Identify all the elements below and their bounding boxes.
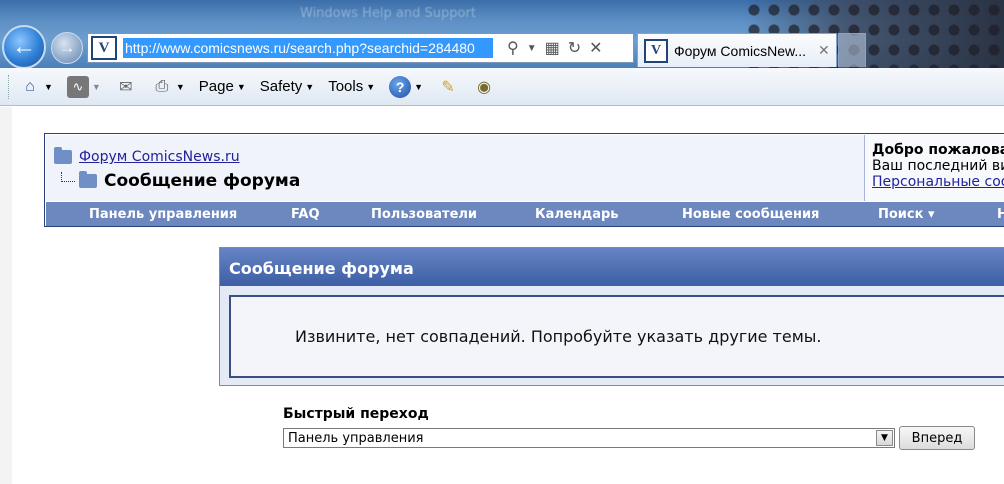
background-window-title: Windows Help and Support	[300, 6, 476, 21]
last-visit-text: Ваш последний ви	[872, 158, 1004, 174]
read-mail-button[interactable]: ✉	[115, 76, 137, 98]
site-favicon-icon: V	[91, 36, 117, 60]
pen-icon: ✎	[441, 78, 455, 96]
help-icon: ?	[389, 75, 412, 98]
printer-icon: ⎙	[155, 77, 169, 95]
welcome-panel: Добро пожалова Ваш последний ви Персонал…	[864, 135, 1004, 201]
tools-menu[interactable]: Tools ▼	[328, 78, 375, 95]
tab-title: Форум ComicsNew...	[674, 42, 806, 59]
page-margin	[0, 107, 12, 484]
feeds-button[interactable]: ∿ ▼	[66, 75, 101, 98]
chevron-down-icon[interactable]: ▼	[176, 82, 185, 92]
forward-button[interactable]: →	[51, 32, 83, 64]
message-panel-title: Сообщение форума	[220, 248, 1004, 286]
addon-button[interactable]: ◉	[473, 76, 495, 98]
message-body: Извините, нет совпадений. Попробуйте ука…	[229, 295, 1004, 378]
page-title: Сообщение форума	[104, 171, 301, 191]
command-bar: ⌂ ▼ ∿ ▼ ✉ ⎙ ▼ Page ▼ Safety ▼ Tools ▼ ? …	[0, 68, 1004, 106]
home-icon: ⌂	[25, 77, 35, 95]
eye-icon: ◉	[477, 78, 492, 96]
nav-calendar[interactable]: Календарь	[535, 207, 619, 222]
safety-menu-label: Safety	[259, 78, 303, 95]
print-button[interactable]: ⎙ ▼	[151, 76, 185, 98]
folder-open-icon	[79, 171, 97, 188]
folder-icon	[54, 147, 72, 164]
rss-icon: ∿	[66, 75, 89, 98]
close-tab-icon[interactable]: ✕	[818, 42, 830, 59]
page-menu[interactable]: Page ▼	[199, 78, 246, 95]
quick-nav-select[interactable]: Панель управления ▼	[283, 428, 895, 448]
browser-titlebar: Windows Help and Support ← → V ⚲ ▼ ▦ ↻ ✕…	[0, 0, 1004, 68]
chevron-down-icon: ▼	[366, 81, 376, 92]
quick-nav-go-button[interactable]: Вперед	[899, 426, 975, 450]
stop-icon[interactable]: ✕	[589, 38, 602, 58]
back-button[interactable]: ←	[2, 25, 46, 68]
chevron-down-icon: ▼	[305, 81, 315, 92]
page-menu-label: Page	[198, 78, 234, 95]
nav-new-posts[interactable]: Новые сообщения	[682, 207, 819, 222]
help-menu[interactable]: ? ▼	[389, 75, 424, 98]
quick-navigation: Быстрый переход Панель управления ▼ Впер…	[283, 406, 975, 450]
chevron-down-icon[interactable]: ▼	[44, 82, 53, 92]
new-tab-button[interactable]	[838, 33, 866, 67]
back-arrow-icon: ←	[12, 33, 36, 60]
no-results-message: Извините, нет совпадений. Попробуйте ука…	[295, 327, 822, 346]
nav-control-panel[interactable]: Панель управления	[89, 207, 237, 222]
private-messages-link[interactable]: Персональные соо	[872, 174, 1004, 190]
compatibility-view-icon[interactable]: ▦	[545, 38, 560, 58]
nav-search[interactable]: Поиск ▾	[878, 207, 935, 222]
tab-forum[interactable]: V Форум ComicsNew... ✕	[637, 33, 837, 67]
dropdown-arrow-icon[interactable]: ▼	[527, 43, 537, 54]
chevron-down-icon: ▼	[236, 81, 246, 92]
home-button[interactable]: ⌂ ▼	[19, 76, 53, 98]
nav-more[interactable]: Н	[997, 207, 1004, 222]
chevron-down-icon[interactable]: ▼	[876, 430, 893, 446]
refresh-icon[interactable]: ↻	[568, 38, 581, 58]
search-icon[interactable]: ⚲	[507, 38, 519, 58]
quick-nav-label: Быстрый переход	[283, 406, 429, 422]
tree-connector	[61, 172, 75, 182]
forward-arrow-icon: →	[58, 38, 76, 57]
breadcrumb: Форум ComicsNews.ru Сообщение форума	[46, 135, 864, 201]
toolbar-grip[interactable]	[8, 74, 11, 99]
forum-header: Форум ComicsNews.ru Сообщение форума Доб…	[44, 133, 1004, 227]
safety-menu[interactable]: Safety ▼	[260, 78, 314, 95]
nav-members[interactable]: Пользователи	[371, 207, 477, 222]
tab-favicon-icon: V	[644, 38, 668, 63]
forum-navbar: Панель управления FAQ Пользователи Кален…	[46, 202, 1004, 226]
nav-faq[interactable]: FAQ	[291, 207, 320, 222]
url-input[interactable]	[123, 38, 493, 58]
welcome-title: Добро пожалова	[872, 142, 1004, 158]
chevron-down-icon[interactable]: ▼	[92, 82, 101, 92]
chevron-down-icon: ▼	[414, 81, 424, 92]
mail-icon: ✉	[119, 78, 133, 96]
tools-menu-label: Tools	[328, 78, 364, 95]
research-button[interactable]: ✎	[437, 76, 459, 98]
address-bar[interactable]: V ⚲ ▼ ▦ ↻ ✕	[87, 33, 634, 63]
breadcrumb-forum-home-link[interactable]: Форум ComicsNews.ru	[79, 149, 240, 165]
quick-nav-selected-value: Панель управления	[288, 430, 424, 446]
message-panel: Сообщение форума Извините, нет совпадени…	[219, 247, 1004, 386]
